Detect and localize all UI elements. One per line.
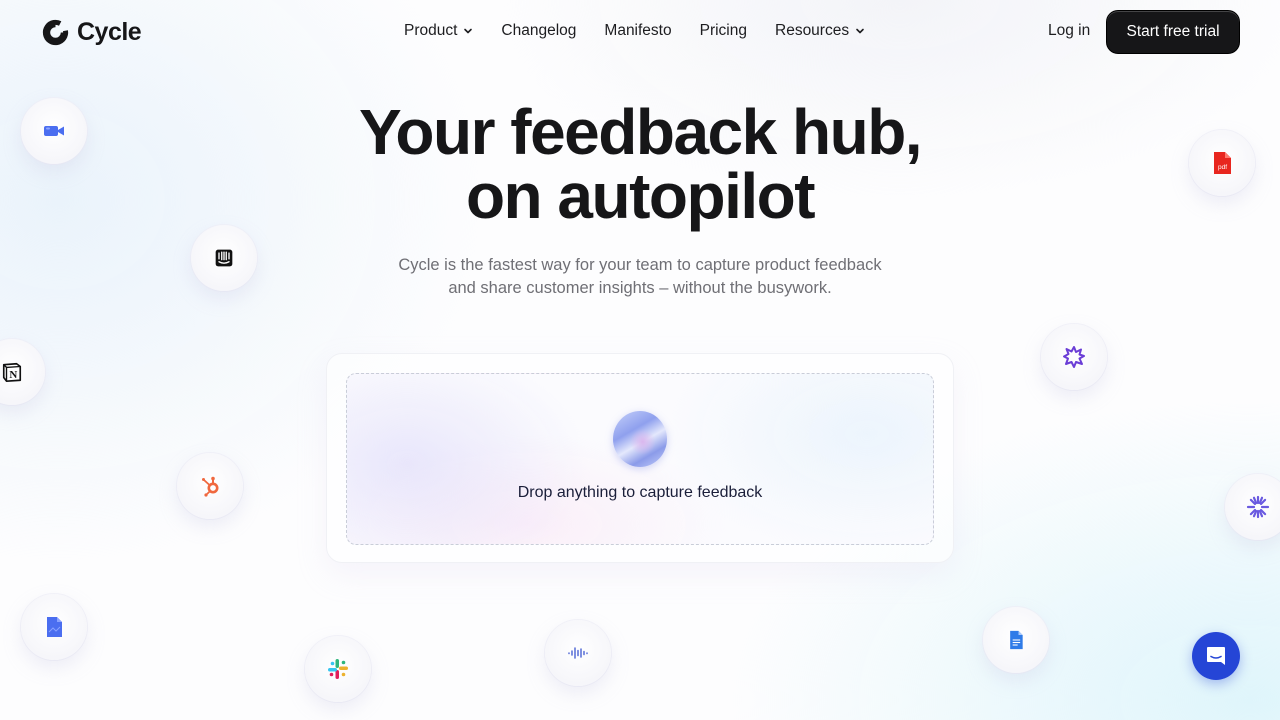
nav-item-resources[interactable]: Resources: [775, 22, 865, 40]
main-menu: Product Changelog Manifesto Pricing Reso…: [404, 22, 865, 40]
video-camera-icon: [44, 126, 64, 136]
google-docs-icon: [1010, 630, 1023, 650]
hero-title: Your feedback hub, on autopilot: [0, 100, 1280, 228]
integration-starburst: [1041, 324, 1107, 390]
chevron-down-icon: [856, 28, 864, 34]
file-icon: [47, 617, 62, 637]
starburst-icon: [1063, 346, 1085, 368]
integration-asterisk: [1225, 474, 1280, 540]
integration-file: [21, 594, 87, 660]
nav-item-label: Manifesto: [604, 22, 672, 39]
ai-orb-icon: [613, 411, 667, 467]
nav-item-label: Pricing: [699, 22, 747, 39]
brand-name: Cycle: [77, 18, 142, 46]
nav-item-manifesto[interactable]: Manifesto: [604, 22, 671, 40]
asterisk-icon: [1246, 495, 1270, 519]
nav-item-label: Resources: [775, 22, 850, 39]
audio-wave-icon: [568, 647, 588, 659]
pdf-label: pdf: [1218, 164, 1227, 171]
integration-audio: [545, 620, 611, 686]
top-nav: Cycle Product Changelog Manifesto Pricin…: [0, 0, 1280, 64]
pdf-icon: pdf: [1214, 152, 1231, 174]
hubspot-icon: [202, 476, 219, 497]
integration-zoom: [21, 98, 87, 164]
integration-pdf: pdf: [1189, 130, 1255, 196]
svg-text:N: N: [9, 369, 17, 381]
notion-icon: N: [2, 362, 22, 382]
nav-item-label: Product: [404, 22, 458, 39]
nav-item-changelog[interactable]: Changelog: [501, 22, 576, 40]
slack-icon: [328, 659, 348, 679]
integration-google-docs: [983, 607, 1049, 673]
nav-item-product[interactable]: Product: [404, 22, 473, 40]
integration-notion: N: [0, 339, 45, 405]
intercom-icon: [215, 249, 233, 267]
hero-title-line-1: Your feedback hub,: [358, 96, 923, 168]
integration-hubspot: [177, 453, 243, 519]
chat-widget-button[interactable]: [1192, 632, 1240, 680]
hero-title-line-2: on autopilot: [465, 160, 816, 232]
integration-slack: [305, 636, 371, 702]
nav-item-pricing[interactable]: Pricing: [700, 22, 747, 40]
start-free-trial-button[interactable]: Start free trial: [1106, 10, 1240, 54]
login-link[interactable]: Log in: [1048, 22, 1090, 40]
chat-icon: [1207, 647, 1225, 665]
cycle-logo-icon: [42, 19, 69, 46]
nav-item-label: Changelog: [501, 22, 577, 39]
chevron-down-icon: [464, 28, 473, 34]
hero-subtitle-line-2: and share customer insights – without th…: [448, 279, 832, 297]
logo[interactable]: Cycle: [42, 18, 142, 47]
integration-intercom: [191, 225, 257, 291]
